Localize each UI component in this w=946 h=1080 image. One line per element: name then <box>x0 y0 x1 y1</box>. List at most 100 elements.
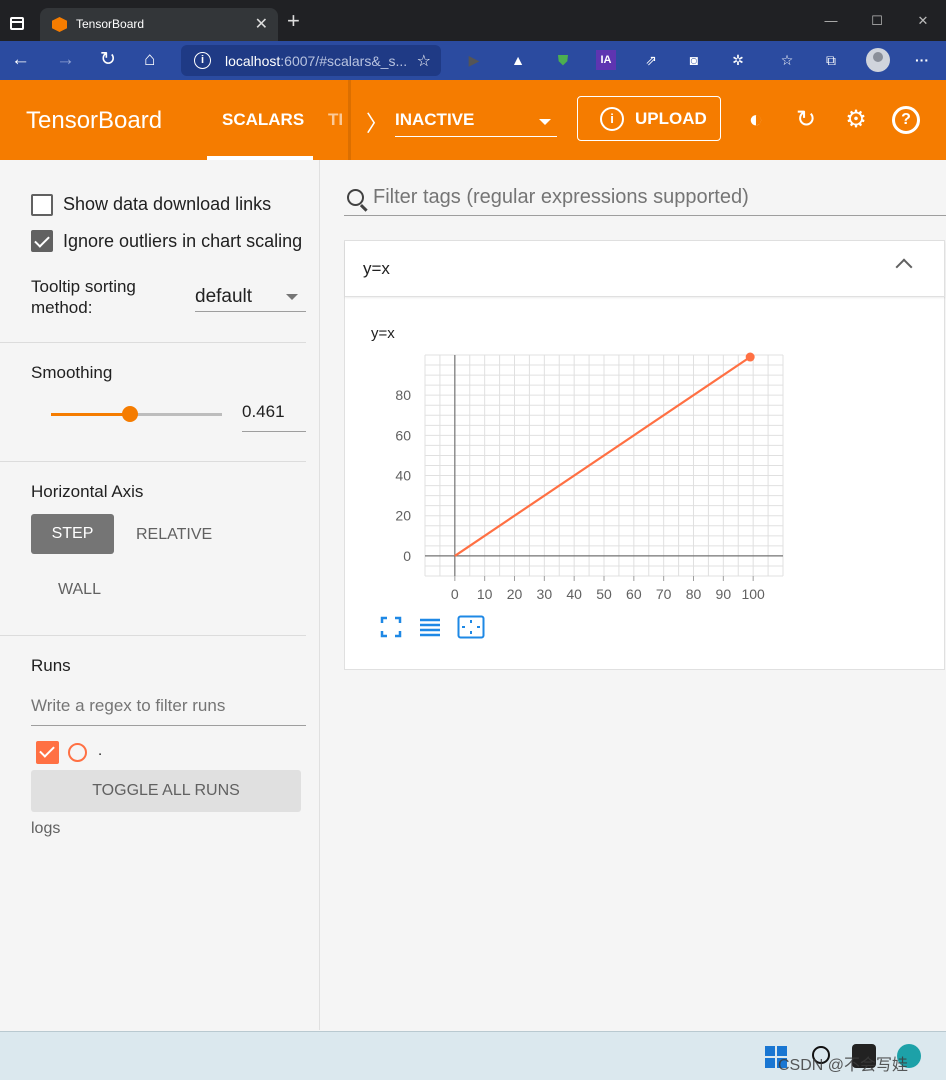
forward-icon[interactable]: → <box>56 49 75 71</box>
link-extension-icon[interactable]: ⇗ <box>641 50 661 70</box>
tensorboard-favicon-icon <box>52 17 67 32</box>
y-tick-label: 40 <box>395 468 411 484</box>
y-tick-label: 0 <box>403 548 411 564</box>
x-tick-label: 0 <box>451 586 459 602</box>
more-menu-icon[interactable]: ··· <box>912 50 932 70</box>
browser-tab[interactable]: TensorBoard ✕ <box>40 8 278 41</box>
home-icon[interactable]: ⌂ <box>144 49 155 71</box>
url-text: localhost:6007/#scalars&_s... <box>225 53 408 69</box>
horizontal-axis-label: Horizontal Axis <box>31 482 144 501</box>
smoothing-slider-thumb[interactable] <box>121 406 138 422</box>
x-tick-label: 50 <box>596 586 612 602</box>
play-extension-icon[interactable]: ▶ <box>464 50 484 70</box>
x-tick-label: 100 <box>741 586 765 602</box>
tooltip-sorting-value: default <box>195 286 253 307</box>
show-download-links-label: Show data download links <box>63 194 272 214</box>
runs-filter-input[interactable]: Write a regex to filter runs <box>31 696 306 726</box>
ignore-outliers-label: Ignore outliers in chart scaling <box>63 231 303 251</box>
axis-wall-button[interactable]: WALL <box>58 581 101 599</box>
theme-toggle-icon[interactable]: ◐ <box>742 106 770 134</box>
series-last-point <box>745 352 755 362</box>
x-tick-label: 40 <box>566 586 582 602</box>
fit-domain-icon[interactable] <box>457 615 485 639</box>
x-tick-label: 20 <box>507 586 523 602</box>
refresh-icon[interactable]: ↻ <box>100 49 116 71</box>
tag-filter-underline <box>344 215 946 216</box>
show-download-links-checkbox[interactable] <box>31 194 53 216</box>
maximize-icon[interactable]: ☐ <box>854 0 900 41</box>
x-tick-label: 90 <box>716 586 732 602</box>
tag-filter-input[interactable]: Filter tags (regular expressions support… <box>373 186 945 216</box>
browser-tab-bar: TensorBoard ✕ + — ☐ ✕ <box>0 0 946 41</box>
window-controls: — ☐ ✕ <box>808 0 946 41</box>
toggle-all-runs-button[interactable]: TOGGLE ALL RUNS <box>31 770 301 812</box>
tab-title: TensorBoard <box>76 17 145 31</box>
runs-label: Runs <box>31 656 71 675</box>
profile-avatar[interactable] <box>866 48 890 72</box>
ia-extension-icon[interactable]: IA <box>596 50 616 70</box>
favorite-add-icon[interactable]: ☆ <box>417 51 431 71</box>
x-tick-label: 70 <box>656 586 672 602</box>
smoothing-slider[interactable] <box>51 406 222 422</box>
new-tab-icon[interactable]: + <box>287 10 300 32</box>
brand-title: TensorBoard <box>26 107 163 134</box>
logdir-label: logs <box>31 820 61 837</box>
smoothing-slider-fill <box>51 413 130 416</box>
chart-title: y=x <box>371 325 395 342</box>
axis-relative-button[interactable]: RELATIVE <box>136 526 212 544</box>
collections-icon[interactable]: ⧉ <box>821 50 841 70</box>
browser-nav-bar: ← → ↻ ⌂ i localhost:6007/#scalars&_s... … <box>0 41 946 80</box>
run-radio[interactable] <box>68 743 87 762</box>
minimize-icon[interactable]: — <box>808 0 854 41</box>
x-tick-label: 30 <box>537 586 553 602</box>
dropdown-arrow-icon <box>286 294 298 300</box>
ignore-outliers-checkbox[interactable] <box>31 230 53 252</box>
reload-icon[interactable]: ↻ <box>792 106 820 134</box>
tab-time-series[interactable]: TI <box>328 110 343 130</box>
extensions-puzzle-icon[interactable]: ✲ <box>728 50 748 70</box>
close-window-icon[interactable]: ✕ <box>900 0 946 41</box>
x-tick-label: 80 <box>686 586 702 602</box>
run-name: . <box>98 742 103 759</box>
window-menu-icon[interactable] <box>10 17 24 30</box>
tooltip-sorting-select[interactable]: default <box>195 284 306 312</box>
toggle-log-scale-icon[interactable] <box>418 615 442 639</box>
tooltip-sorting-label-line1: Tooltip sorting <box>31 277 136 296</box>
tensorboard-header: TensorBoard SCALARS TI 〉 INACTIVE i UPLO… <box>0 80 946 160</box>
settings-gear-icon[interactable]: ⚙ <box>842 106 870 134</box>
axis-step-button[interactable]: STEP <box>31 514 114 554</box>
chevron-up-icon[interactable] <box>895 258 913 276</box>
watermark-text: CSDN @不会写娃 <box>778 1057 909 1074</box>
shield-extension-icon[interactable]: ⛊ <box>553 50 573 70</box>
run-checkbox[interactable] <box>36 741 59 764</box>
back-icon[interactable]: ← <box>11 49 30 71</box>
plugin-selector[interactable]: INACTIVE <box>395 107 557 137</box>
tooltip-sorting-label-line2: method: <box>31 298 93 317</box>
fullscreen-icon[interactable] <box>379 615 403 639</box>
plugin-selector-value: INACTIVE <box>395 110 475 129</box>
mountain-extension-icon[interactable]: ▲ <box>508 50 528 70</box>
x-tick-label: 10 <box>477 586 493 602</box>
site-info-icon[interactable]: i <box>194 52 211 69</box>
chevron-right-icon[interactable]: 〉 <box>366 106 388 138</box>
tab-scalars[interactable]: SCALARS <box>222 110 304 130</box>
card-header[interactable]: y=x <box>345 241 945 297</box>
favorites-icon[interactable]: ☆ <box>777 50 797 70</box>
help-icon[interactable]: ? <box>892 106 920 134</box>
upload-button[interactable]: i UPLOAD <box>577 96 721 141</box>
card-title: y=x <box>363 259 390 278</box>
divider <box>0 461 306 462</box>
smoothing-label: Smoothing <box>31 363 113 382</box>
tag-filter-placeholder: Filter tags (regular expressions support… <box>373 186 749 208</box>
search-icon <box>347 189 364 206</box>
x-tick-label: 60 <box>626 586 642 602</box>
tab-close-icon[interactable]: ✕ <box>255 14 268 34</box>
smoothing-input[interactable]: 0.461 <box>242 402 306 432</box>
scalar-chart[interactable]: 0 10 20 30 40 50 60 70 80 90 100 0 20 40 60 80 <box>345 341 945 611</box>
divider <box>0 635 306 636</box>
mask-extension-icon[interactable]: ◙ <box>684 50 704 70</box>
address-bar[interactable]: i localhost:6007/#scalars&_s... ☆ <box>181 45 441 76</box>
upload-label: UPLOAD <box>635 109 707 128</box>
y-tick-label: 60 <box>395 427 411 443</box>
dropdown-arrow-icon <box>539 119 551 125</box>
